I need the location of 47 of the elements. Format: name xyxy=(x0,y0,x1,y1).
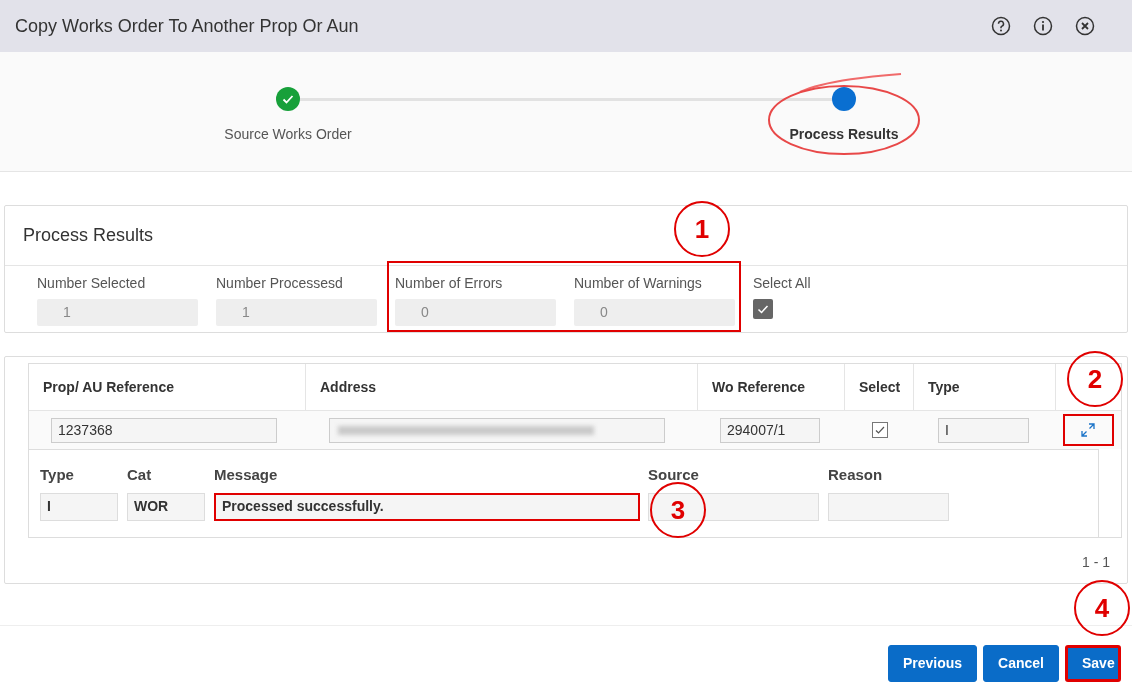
footer-button[interactable]: Cancel xyxy=(983,645,1059,682)
detail-field: WOR xyxy=(127,492,205,521)
reference-field: 1237368 xyxy=(51,417,277,443)
detail-field: Processed successfully. xyxy=(214,492,640,521)
detail-label: Message xyxy=(214,465,279,485)
check-icon xyxy=(873,424,886,436)
step-complete-icon[interactable] xyxy=(276,87,300,111)
detail-field: I xyxy=(40,492,118,521)
column-header: Wo Reference xyxy=(712,377,806,397)
field-label: Number Processesd xyxy=(216,274,344,293)
step-indicator[interactable] xyxy=(832,87,856,111)
column-header: Address xyxy=(320,377,377,397)
expand-button[interactable] xyxy=(1062,414,1114,446)
footer-button[interactable]: Save xyxy=(1065,645,1121,682)
callout-number: 1 xyxy=(674,201,730,257)
step-label: Source Works Order xyxy=(224,125,352,144)
readonly-field: 1 xyxy=(37,299,198,326)
readonly-field: 0 xyxy=(574,299,735,326)
detail-label: Source xyxy=(648,465,700,485)
column-header: Select xyxy=(859,377,901,397)
field-label: Number of Warnings xyxy=(574,274,703,293)
detail-label: Reason xyxy=(828,465,884,485)
callout-number: 2 xyxy=(1067,351,1123,407)
callout-number: 4 xyxy=(1074,580,1130,636)
info-icon[interactable] xyxy=(1033,16,1053,36)
help-icon[interactable] xyxy=(991,16,1011,36)
select-checkbox[interactable] xyxy=(871,422,888,438)
field-label: Number of Errors xyxy=(395,274,504,293)
callout-number: 3 xyxy=(650,482,706,538)
panel-title: Process Results xyxy=(23,224,154,247)
field-label: Number Selected xyxy=(37,274,147,293)
expand-icon xyxy=(1080,422,1096,438)
type-field: I xyxy=(938,417,1029,443)
readonly-field: 1 xyxy=(216,299,377,326)
detail-label: Type xyxy=(40,465,75,485)
window-title: Copy Works Order To Another Prop Or Aun xyxy=(15,14,360,38)
wo-reference-field: 294007/1 xyxy=(720,417,820,443)
field-label: Select All xyxy=(753,274,811,293)
pagination-label: 1 - 1 xyxy=(1082,553,1110,572)
readonly-field: 0 xyxy=(395,299,556,326)
column-header: Prop/ AU Reference xyxy=(43,377,174,397)
footer-button[interactable]: Previous xyxy=(887,645,978,682)
detail-label: Cat xyxy=(127,465,153,485)
close-icon[interactable] xyxy=(1075,16,1095,36)
checkbox[interactable] xyxy=(753,299,773,319)
step-label: Process Results xyxy=(789,125,899,144)
column-header: Type xyxy=(928,377,960,397)
